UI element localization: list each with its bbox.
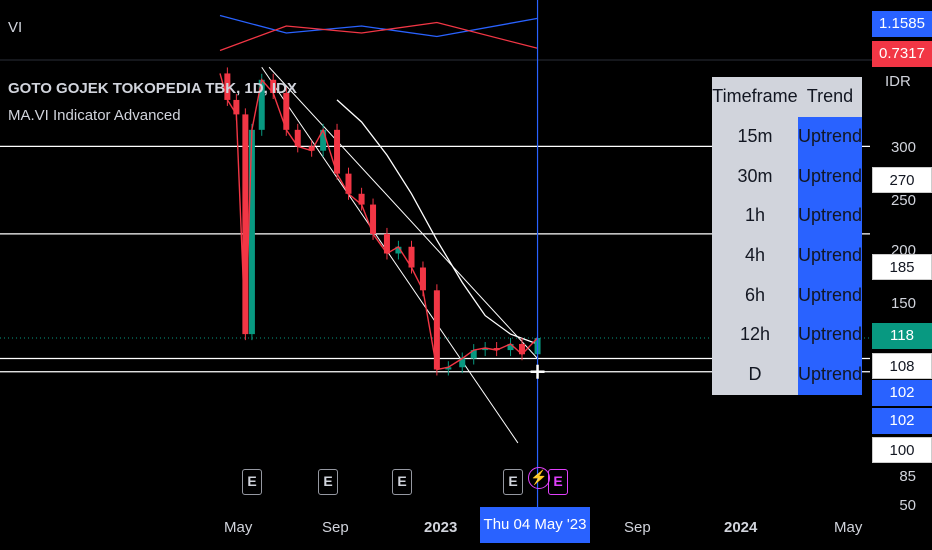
symbol-title: GOTO GOJEK TOKOPEDIA TBK, 1D, IDX (8, 80, 297, 97)
earnings-marker[interactable]: E (392, 469, 412, 495)
price-candle (248, 129, 255, 335)
crosshair-date-badge: Thu 04 May '23 (480, 507, 590, 543)
price-tick: 300 (890, 139, 916, 156)
trend-table-header-trend: Trend (797, 77, 862, 117)
timeframe-cell: 4h (712, 235, 798, 276)
price-level-badge: 100 (872, 437, 932, 463)
price-tick: 250 (890, 192, 916, 209)
currency-label[interactable]: IDR (885, 73, 911, 90)
trend-cell: Uptrend (797, 235, 862, 276)
price-level-badge: 270 (872, 167, 932, 193)
timeframe-cell: 6h (712, 275, 798, 316)
trend-channel-line (261, 66, 519, 444)
price-tick: 50 (899, 497, 916, 514)
price-level-badge: 108 (872, 353, 932, 379)
trend-cell: Uptrend (797, 196, 862, 236)
price-candle (242, 114, 249, 335)
time-tick: Sep (624, 519, 651, 536)
price-close-line (219, 73, 539, 371)
trend-channel-line (268, 66, 538, 359)
trend-cell: Uptrend (797, 156, 862, 197)
vi-indicator-label: VI (8, 19, 23, 36)
earnings-marker[interactable]: E (318, 469, 338, 495)
timeframe-cell: D (712, 354, 798, 395)
crosshair-price-badge: 102 (872, 408, 932, 434)
timeframe-cell: 12h (712, 315, 798, 355)
price-tick: 85 (899, 468, 916, 485)
dividend-bolt-icon[interactable]: ⚡ (528, 467, 550, 489)
vi-minus-value: 0.7317 (872, 41, 932, 67)
trend-table: Timeframe Trend 15m Uptrend 30m Uptrend … (712, 77, 862, 395)
earnings-marker[interactable]: E (548, 469, 568, 495)
trend-cell: Uptrend (797, 354, 862, 395)
price-level-badge: 185 (872, 254, 932, 280)
timeframe-cell: 1h (712, 196, 798, 236)
trend-cell: Uptrend (797, 315, 862, 355)
indicator-name: MA.VI Indicator Advanced (8, 107, 181, 124)
earnings-marker[interactable]: E (503, 469, 523, 495)
vi-plus-value: 1.1585 (872, 11, 932, 37)
price-level-badge: 102 (872, 380, 932, 406)
earnings-marker[interactable]: E (242, 469, 262, 495)
trend-cell: Uptrend (797, 116, 862, 157)
time-tick: Sep (322, 519, 349, 536)
timeframe-cell: 15m (712, 116, 798, 157)
last-price-badge: 118 (872, 323, 932, 349)
time-tick: 2024 (724, 519, 758, 536)
trend-cell: Uptrend (797, 275, 862, 316)
timeframe-cell: 30m (712, 156, 798, 197)
time-tick: 2023 (424, 519, 458, 536)
price-tick: 150 (890, 295, 916, 312)
trend-table-header-timeframe: Timeframe (712, 77, 798, 117)
time-tick: May (224, 519, 253, 536)
time-tick: May (834, 519, 863, 536)
